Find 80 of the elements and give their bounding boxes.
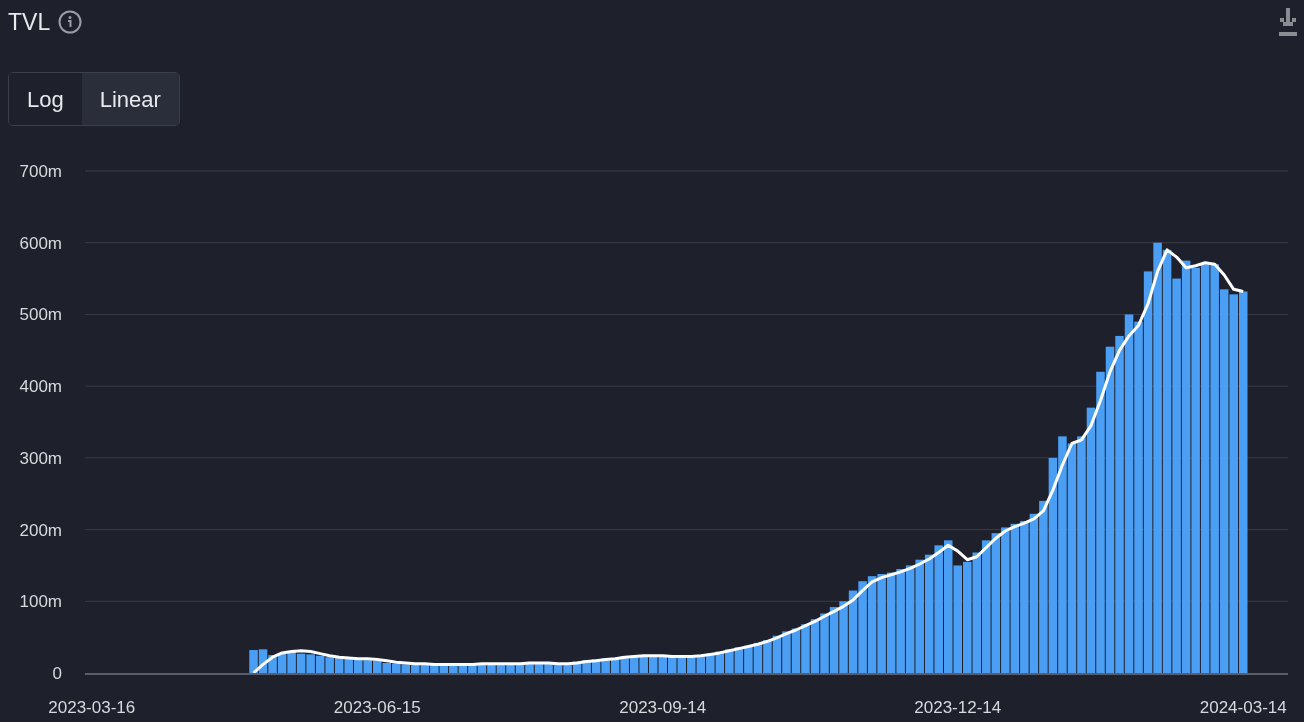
tvl-bar bbox=[782, 631, 791, 673]
tvl-bar bbox=[610, 657, 620, 673]
x-axis-label: 2023-06-15 bbox=[333, 698, 421, 717]
tvl-bar bbox=[296, 653, 306, 673]
tvl-bar bbox=[496, 663, 506, 673]
tvl-bar bbox=[696, 655, 706, 673]
y-axis-label: 0 bbox=[52, 664, 62, 683]
tvl-bar bbox=[648, 655, 658, 673]
download-icon[interactable] bbox=[1278, 6, 1298, 38]
x-axis-label: 2023-09-14 bbox=[619, 698, 707, 717]
tvl-bar bbox=[401, 664, 411, 673]
tvl-bar bbox=[325, 657, 334, 673]
tvl-bar bbox=[315, 655, 325, 673]
tvl-bar bbox=[249, 650, 258, 673]
y-axis-label: 600m bbox=[19, 233, 62, 253]
tvl-bar bbox=[810, 619, 820, 673]
tvl-bar bbox=[706, 653, 715, 673]
x-axis-label: 2024-03-14 bbox=[1199, 698, 1287, 717]
y-axis-label: 500m bbox=[19, 305, 62, 325]
tvl-bar bbox=[477, 663, 487, 673]
tvl-bar bbox=[430, 664, 439, 673]
tvl-bar bbox=[411, 664, 420, 673]
tvl-bar bbox=[582, 660, 591, 673]
y-axis-label: 100m bbox=[19, 592, 62, 612]
tvl-bar bbox=[268, 655, 277, 673]
tvl-bar bbox=[772, 635, 782, 673]
tvl-bar bbox=[458, 663, 468, 673]
tvl-bar bbox=[534, 662, 544, 673]
tvl-bar bbox=[449, 664, 458, 673]
tvl-bar bbox=[677, 656, 687, 673]
tvl-bar bbox=[658, 656, 667, 673]
tvl-bar bbox=[820, 613, 829, 673]
tvl-bar bbox=[591, 659, 601, 673]
y-axis-label: 300m bbox=[19, 448, 62, 468]
tvl-bar bbox=[763, 640, 772, 673]
info-icon[interactable] bbox=[58, 10, 83, 34]
tvl-bar bbox=[392, 663, 401, 673]
tvl-bar bbox=[525, 662, 534, 673]
tvl-bar bbox=[468, 663, 477, 673]
tvl-bar bbox=[753, 642, 763, 673]
x-axis-label: 2023-12-14 bbox=[914, 698, 1002, 717]
tvl-bar bbox=[506, 663, 515, 673]
tvl-bar bbox=[725, 649, 734, 673]
tvl-bar bbox=[344, 658, 353, 673]
tvl-bar bbox=[687, 655, 696, 673]
tvl-bar bbox=[487, 663, 496, 673]
tvl-bar bbox=[382, 662, 391, 673]
tvl-bar bbox=[306, 654, 315, 673]
tvl-bar bbox=[287, 651, 296, 673]
tvl-bar bbox=[544, 663, 553, 673]
tvl-bar bbox=[258, 649, 268, 673]
y-axis-label: 200m bbox=[19, 520, 62, 540]
tvl-bar bbox=[744, 645, 753, 673]
tvl-bar bbox=[801, 624, 810, 673]
tvl-bar bbox=[353, 659, 363, 673]
tvl-bar bbox=[563, 662, 572, 673]
tvl-bar bbox=[734, 647, 744, 673]
x-axis-label: 2023-03-16 bbox=[48, 698, 136, 717]
tvl-bar bbox=[715, 651, 725, 673]
tvl-bar bbox=[601, 658, 610, 673]
tvl-bar bbox=[334, 657, 344, 673]
tvl-bar bbox=[839, 601, 848, 673]
tvl-bar bbox=[668, 656, 677, 673]
tvl-bar bbox=[629, 655, 639, 673]
y-axis-label: 700m bbox=[19, 162, 62, 181]
tvl-bar bbox=[363, 660, 372, 673]
tvl-bar bbox=[439, 664, 449, 673]
tvl-bar bbox=[639, 655, 648, 673]
tvl-bar bbox=[829, 607, 839, 673]
tvl-bar bbox=[572, 661, 582, 673]
tvl-bar bbox=[791, 628, 801, 673]
tvl-bar bbox=[277, 652, 287, 673]
tvl-bar bbox=[553, 663, 563, 673]
scale-tab[interactable]: Linear bbox=[81, 73, 179, 125]
y-axis-label: 400m bbox=[19, 377, 62, 397]
tvl-bar bbox=[373, 660, 382, 673]
tvl-bar bbox=[515, 662, 525, 673]
tvl-bar bbox=[420, 664, 430, 673]
tvl-bar bbox=[620, 656, 629, 673]
chart-title: TVL bbox=[8, 7, 51, 37]
